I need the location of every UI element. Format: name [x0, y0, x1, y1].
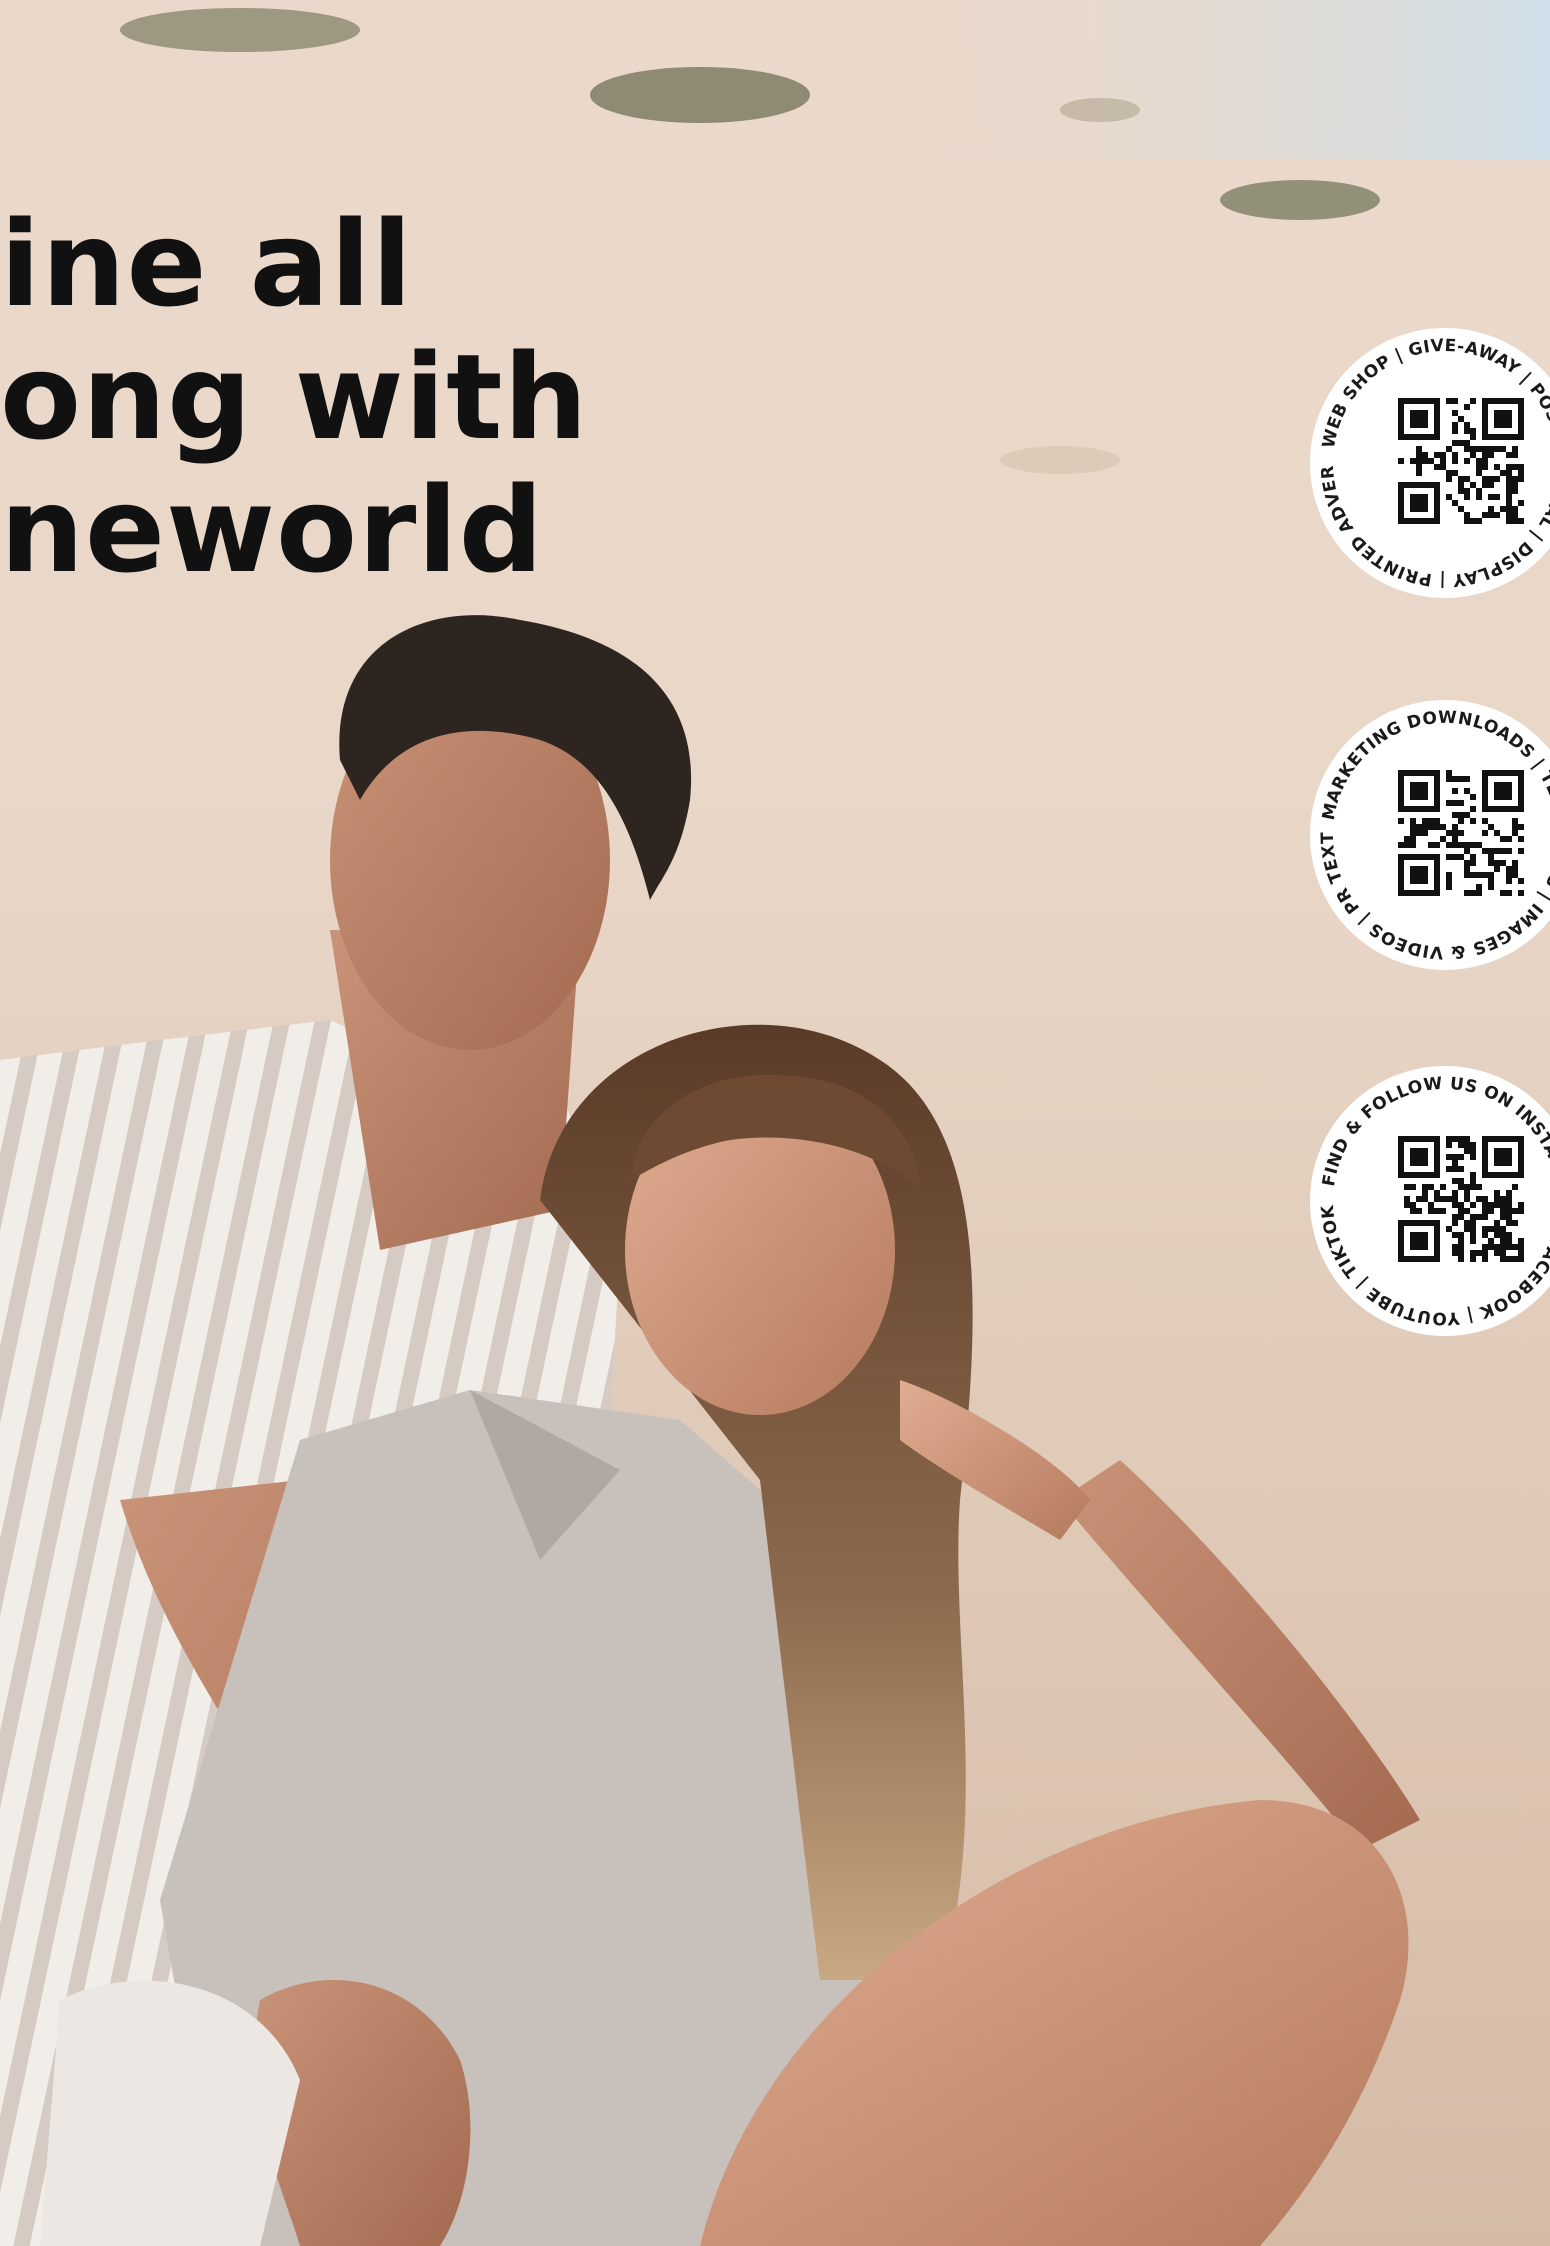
- headline-line-1: ine all: [0, 195, 414, 333]
- headline-line-2: ong with: [0, 328, 589, 466]
- headline-line-3: neworld: [0, 461, 545, 599]
- qr-badge-social[interactable]: FIND & FOLLOW US ON INSTAGRAM | FACEBOOK…: [1307, 1051, 1550, 1336]
- headline: ine all ong with neworld: [0, 198, 589, 597]
- qr-badge-marketing[interactable]: MARKETING DOWNLOADS | TEMPLATES | IMAGES…: [1304, 685, 1550, 970]
- qr-badge-webshop[interactable]: WEB SHOP | GIVE-AWAY | POS MATERIAL | DI…: [1301, 313, 1550, 598]
